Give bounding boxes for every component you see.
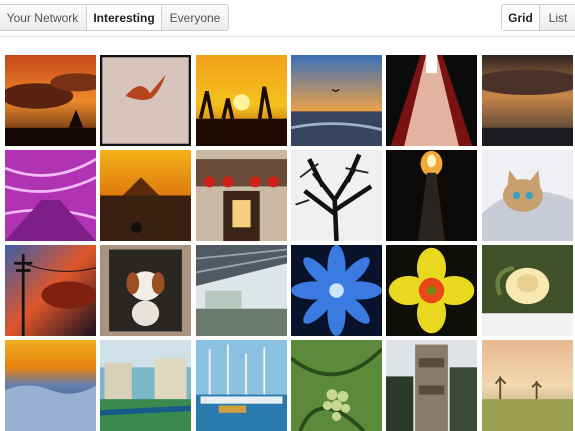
white-rose-icon [482, 245, 573, 336]
photo-tile[interactable] [5, 245, 96, 336]
sunrise-clouds-icon [5, 340, 96, 431]
dog-icon [100, 245, 191, 336]
photo-tile[interactable] [196, 245, 287, 336]
cat-icon [482, 150, 573, 241]
grapes-icon [291, 340, 382, 431]
photo-tile[interactable] [386, 245, 477, 336]
yellow-flower-icon [386, 245, 477, 336]
bw-tree-icon [291, 150, 382, 241]
mountain-sunset-icon [100, 150, 191, 241]
photo-tile[interactable] [482, 55, 573, 146]
blue-flower-icon [291, 245, 382, 336]
sunset-plants-icon [196, 55, 287, 146]
dramatic-sky-icon [482, 55, 573, 146]
photo-tile[interactable] [196, 55, 287, 146]
canal-icon [100, 340, 191, 431]
red-bridge-icon [386, 55, 477, 146]
night-road-icon [386, 150, 477, 241]
photo-tile[interactable] [100, 340, 191, 431]
station-icon [196, 245, 287, 336]
photo-tile[interactable] [291, 55, 382, 146]
photo-tile[interactable] [291, 245, 382, 336]
bay-sunset-icon [291, 55, 382, 146]
harbor-icon [196, 340, 287, 431]
photo-tile[interactable] [386, 150, 477, 241]
totem-icon [386, 340, 477, 431]
photo-tile[interactable] [386, 340, 477, 431]
photo-grid [0, 0, 575, 431]
photo-tile[interactable] [196, 150, 287, 241]
photo-tile[interactable] [482, 340, 573, 431]
sunset-clouds-icon [5, 55, 96, 146]
seagull-icon [100, 55, 191, 146]
photo-tile[interactable] [196, 340, 287, 431]
hazy-field-icon [482, 340, 573, 431]
photo-tile[interactable] [5, 150, 96, 241]
photo-tile[interactable] [482, 245, 573, 336]
power-lines-icon [5, 245, 96, 336]
photo-tile[interactable] [100, 245, 191, 336]
photo-tile[interactable] [5, 55, 96, 146]
photo-tile[interactable] [100, 150, 191, 241]
photo-tile[interactable] [482, 150, 573, 241]
photo-tile[interactable] [291, 340, 382, 431]
photo-tile[interactable] [291, 150, 382, 241]
purple-tunnel-icon [5, 150, 96, 241]
photo-tile[interactable] [100, 55, 191, 146]
lantern-shop-icon [196, 150, 287, 241]
photo-tile[interactable] [386, 55, 477, 146]
photo-tile[interactable] [5, 340, 96, 431]
